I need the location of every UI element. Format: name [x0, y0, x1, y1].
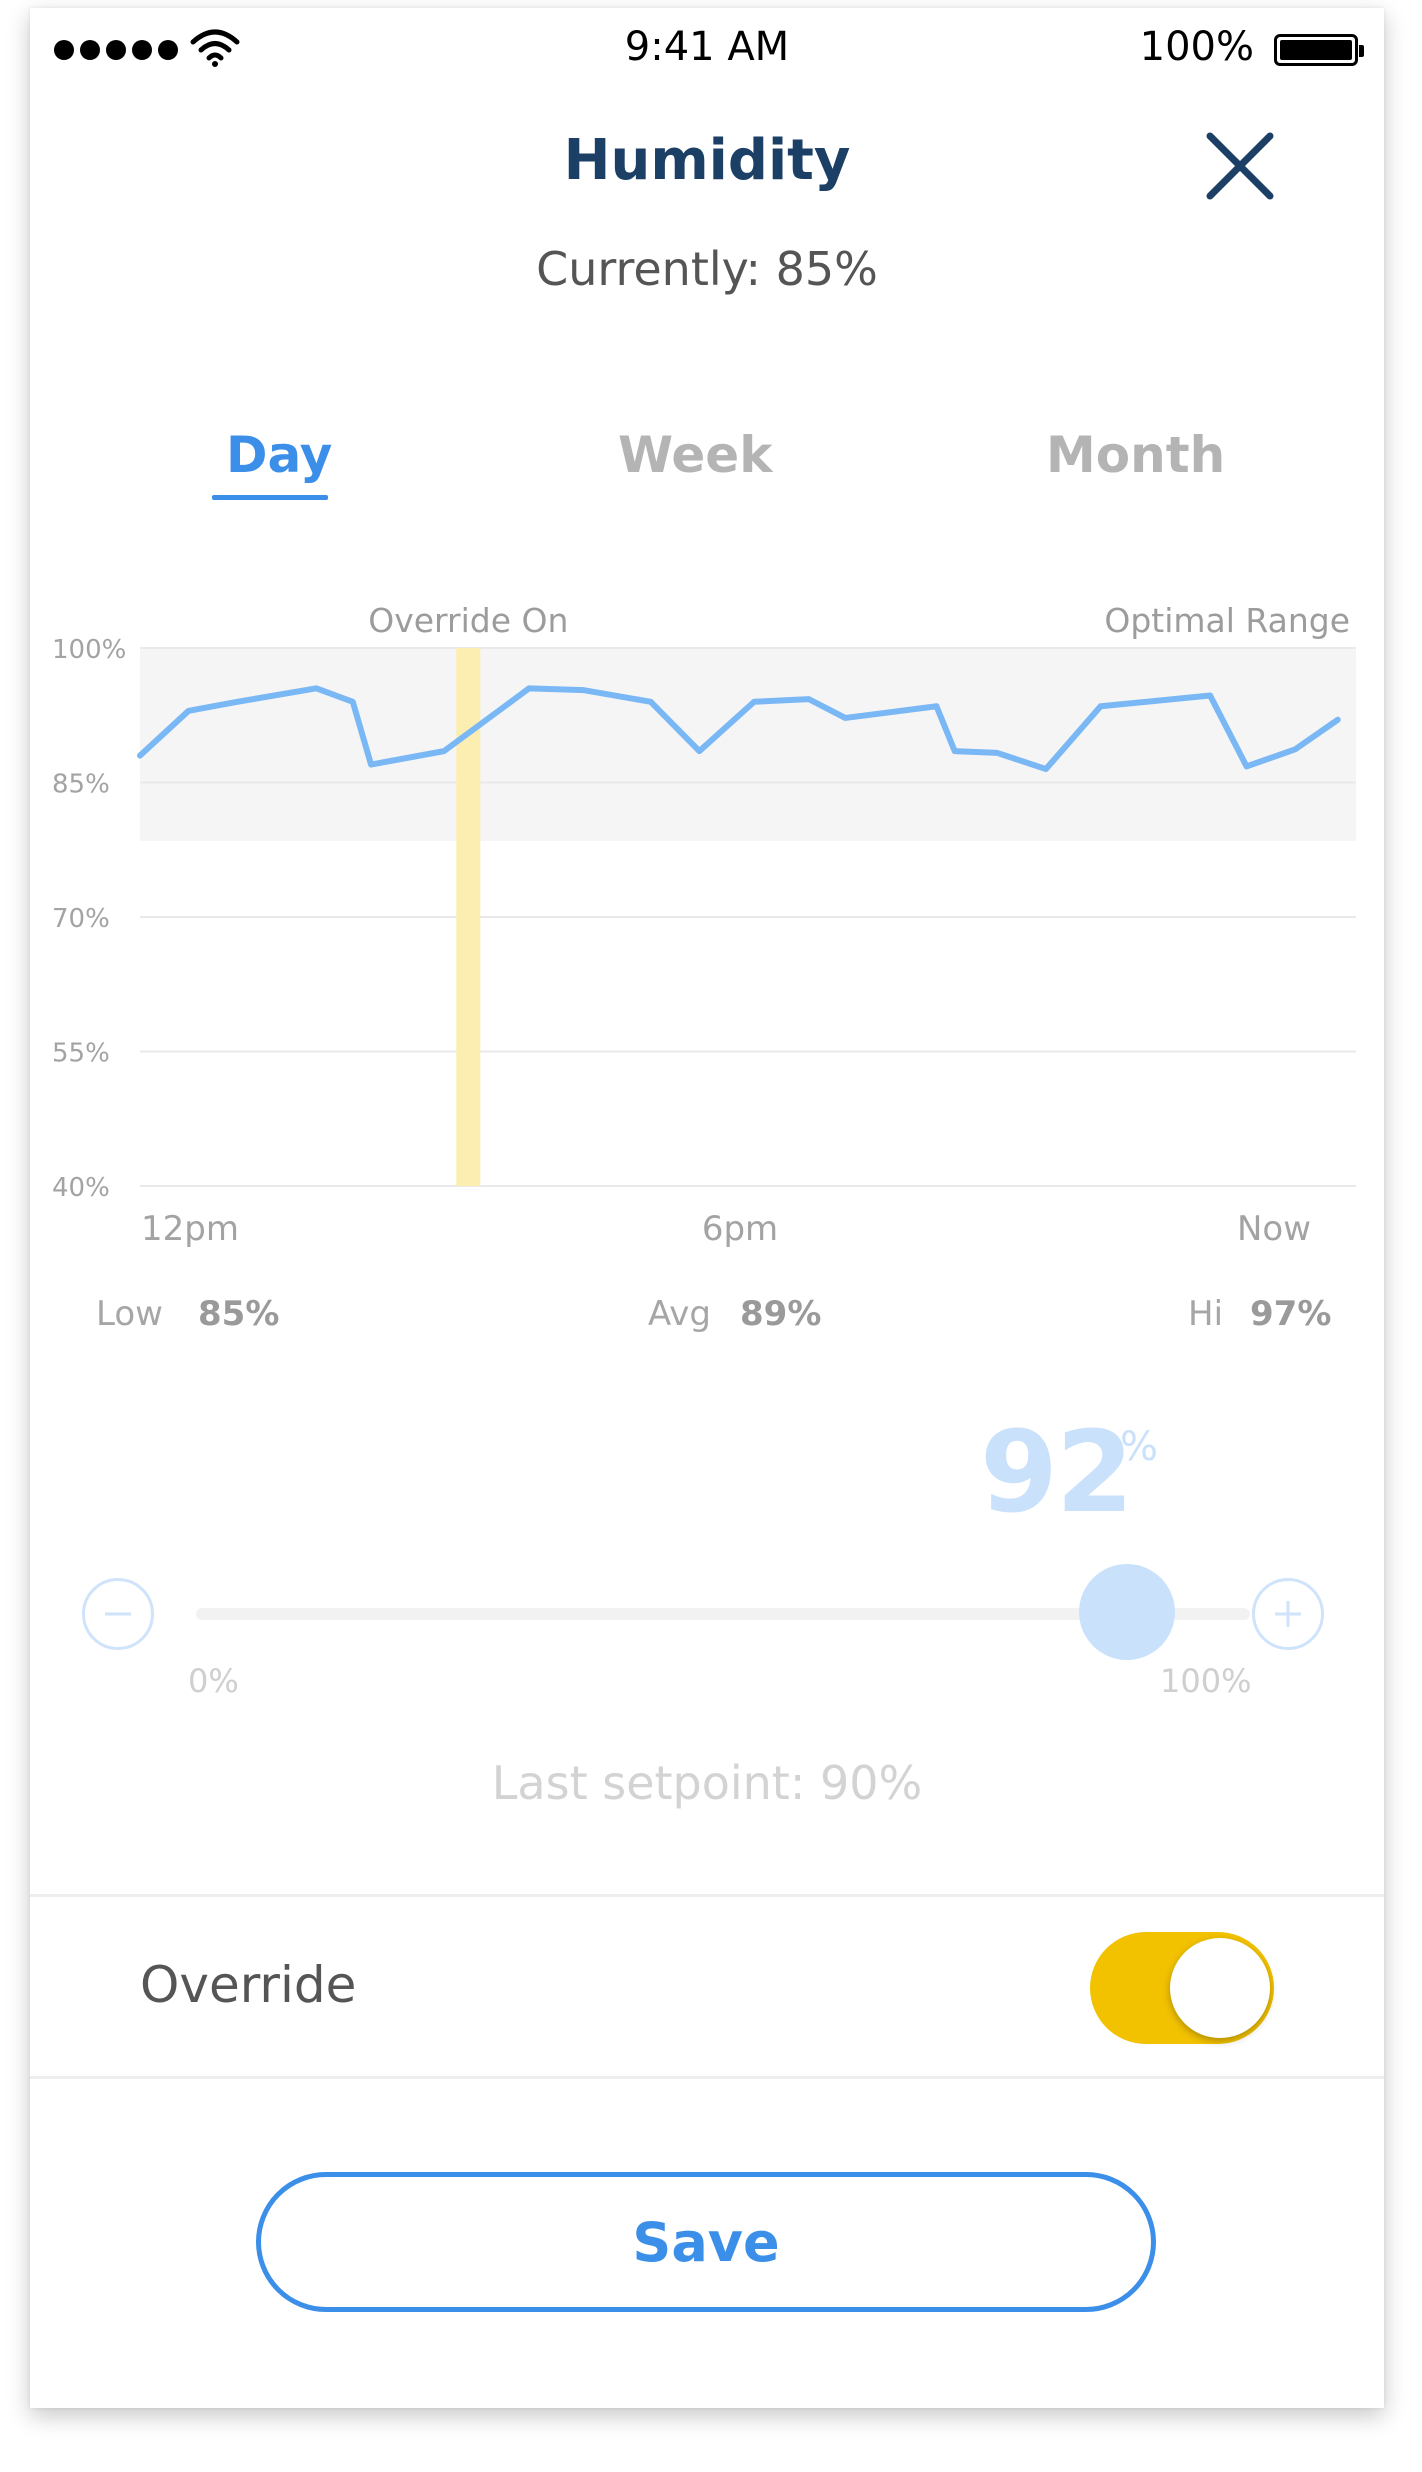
hi-label: Hi: [1188, 1294, 1224, 1334]
close-button[interactable]: [1200, 126, 1280, 206]
increase-button[interactable]: [1252, 1578, 1324, 1650]
divider: [30, 2076, 1384, 2079]
slider-max-label: 100%: [1160, 1662, 1252, 1700]
setpoint-value: 92: [980, 1408, 1134, 1538]
setpoint-slider-thumb[interactable]: [1079, 1564, 1176, 1660]
page-title: Humidity: [563, 128, 851, 193]
low-label: Low: [96, 1294, 163, 1334]
active-tab-indicator: [212, 495, 328, 500]
optimal-range-label: Optimal Range: [1104, 601, 1350, 640]
battery-icon: [1274, 34, 1364, 66]
humidity-chart: 100% 85% 70% 55% 40% Override On Optimal Range…: [52, 601, 1356, 1249]
save-button[interactable]: Save: [256, 2172, 1156, 2312]
override-toggle[interactable]: [1090, 1932, 1274, 2044]
y-tick-label: 55%: [52, 1039, 110, 1069]
y-tick-label: 40%: [52, 1173, 110, 1203]
optimal-range-band: [140, 648, 1356, 841]
avg-label: Avg: [648, 1294, 711, 1334]
tab-week[interactable]: Week: [618, 426, 772, 484]
override-marker-label: Override On: [368, 601, 568, 640]
y-tick-label: 100%: [52, 635, 126, 665]
x-tick-label: 6pm: [702, 1209, 778, 1249]
slider-min-label: 0%: [188, 1662, 239, 1700]
y-tick-label: 70%: [52, 904, 110, 934]
decrease-button[interactable]: [82, 1578, 154, 1650]
current-humidity: Currently: 85%: [536, 242, 878, 296]
phone-screen: 9:41 AM 100% Humidity Currently: 85% Day…: [30, 8, 1384, 2408]
tab-month[interactable]: Month: [1046, 426, 1225, 484]
tab-day[interactable]: Day: [226, 426, 332, 484]
x-tick-label: Now: [1237, 1209, 1311, 1249]
toggle-knob: [1170, 1938, 1270, 2038]
y-tick-label: 85%: [52, 770, 110, 800]
divider: [30, 1894, 1384, 1897]
plus-icon: [1275, 1601, 1301, 1627]
hi-value: 97%: [1250, 1294, 1332, 1334]
battery-percentage: 100%: [1139, 24, 1254, 70]
close-icon: [1206, 132, 1274, 200]
last-setpoint: Last setpoint: 90%: [491, 1756, 923, 1810]
setpoint-unit: %: [1120, 1424, 1159, 1470]
minus-icon: [105, 1612, 131, 1616]
low-value: 85%: [198, 1294, 280, 1334]
avg-value: 89%: [740, 1294, 822, 1334]
override-label: Override: [140, 1956, 357, 2014]
status-bar: 9:41 AM 100%: [30, 8, 1384, 78]
x-tick-label: 12pm: [141, 1209, 239, 1249]
